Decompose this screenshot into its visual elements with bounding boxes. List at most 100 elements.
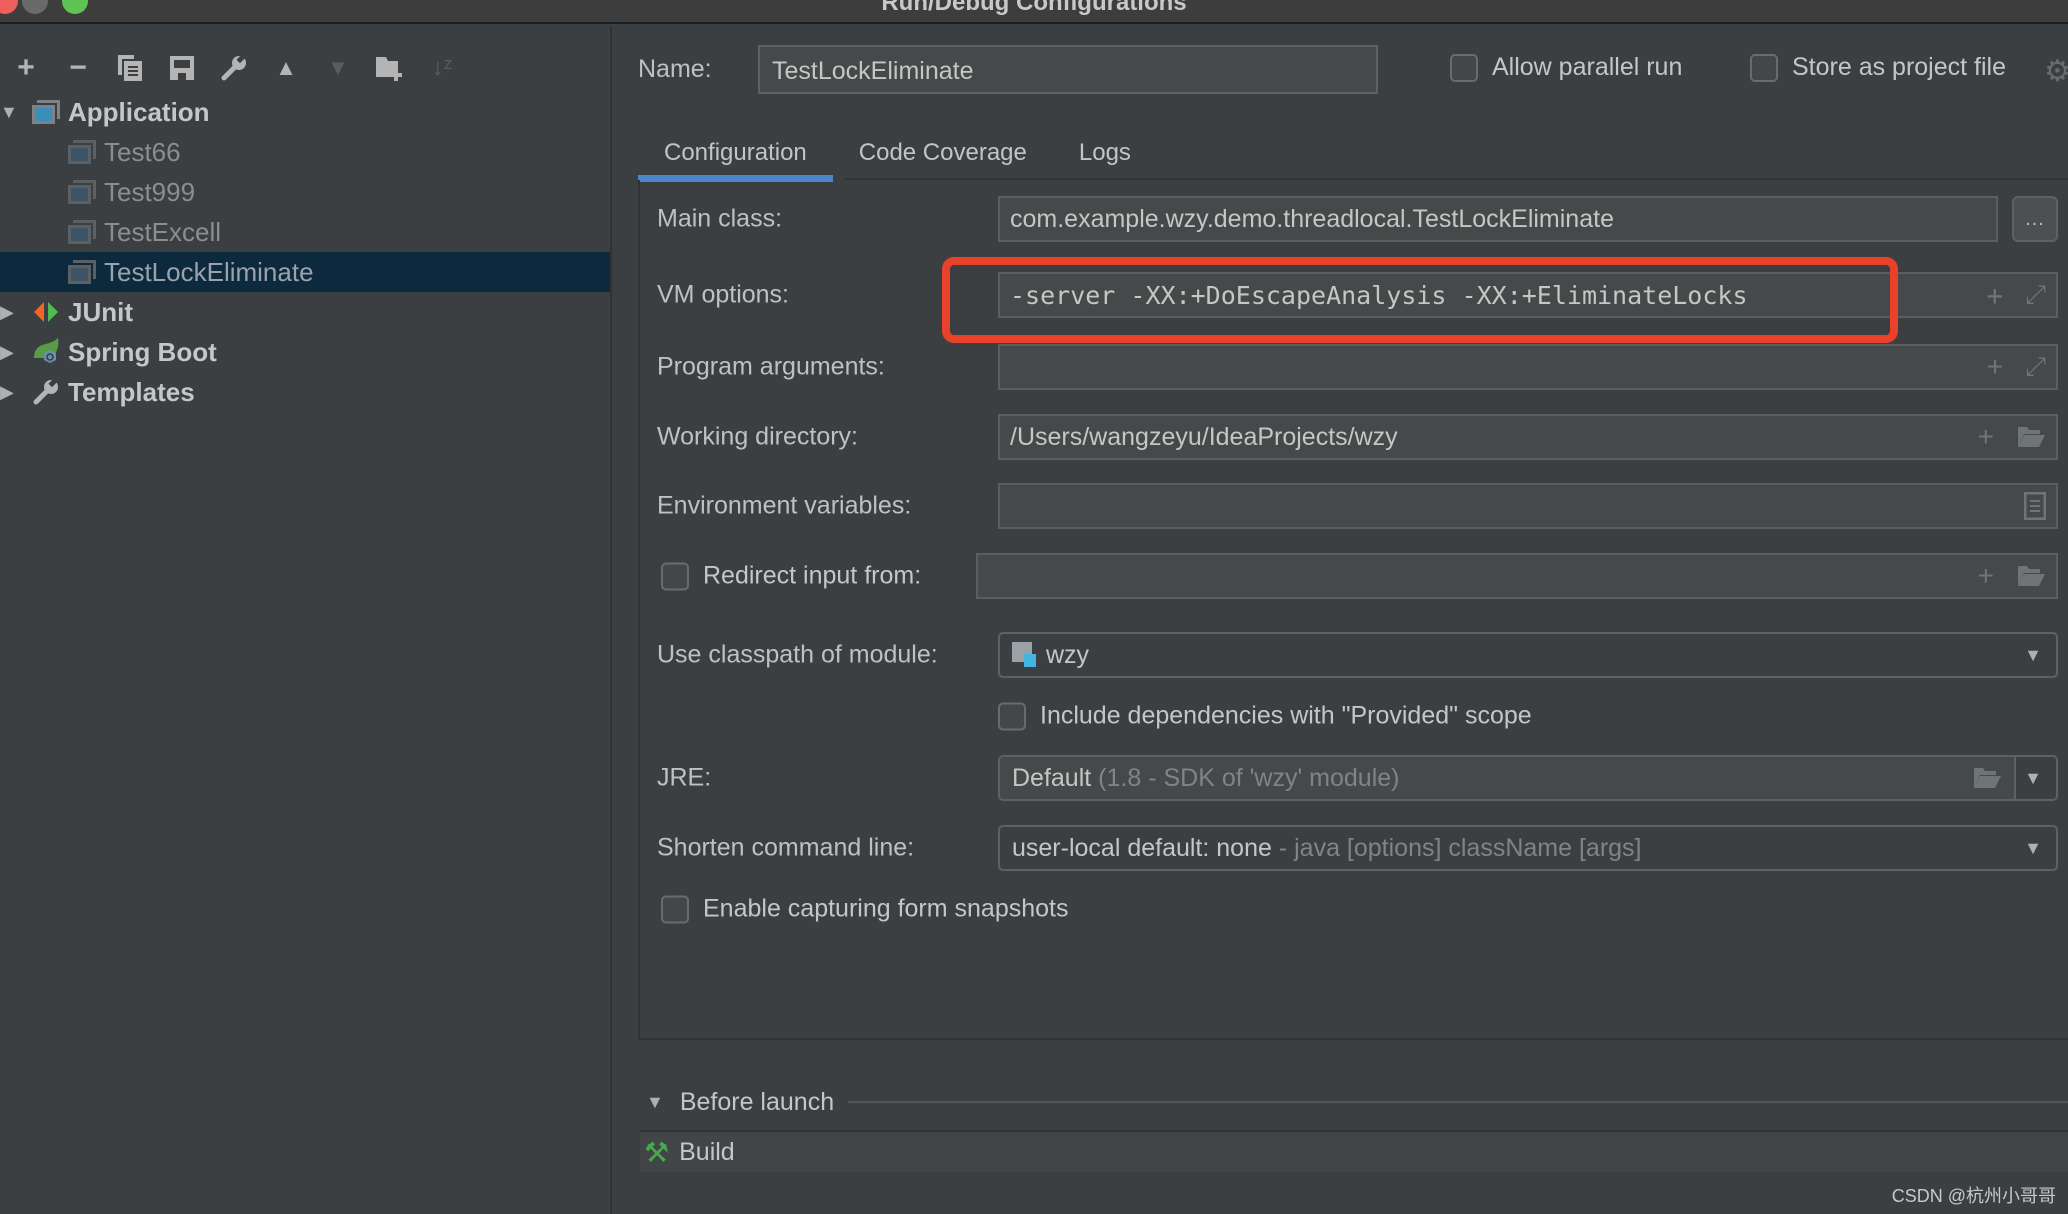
folder-open-icon[interactable] [2016,564,2046,588]
sort-button[interactable]: ↓ᶻ [416,48,468,88]
section-divider [848,1101,2068,1103]
tree-item-label: TestExcell [104,216,222,247]
field-icons: + ⤢ [1986,274,2046,316]
checkbox-box[interactable] [661,895,689,923]
tree-item-test999[interactable]: Test999 [0,172,610,212]
checkbox-box[interactable] [998,702,1026,730]
allow-parallel-run-checkbox[interactable]: Allow parallel run [1450,53,1682,82]
annotation-highlight-box [942,257,1898,343]
environment-variables-label: Environment variables: [657,491,912,520]
new-folder-button[interactable] [364,48,416,88]
checkbox-label: Allow parallel run [1492,53,1683,81]
jre-hint: (1.8 - SDK of 'wzy' module) [1098,763,1400,792]
jre-value: Default [1012,763,1092,792]
include-provided-label: Include dependencies with "Provided" sco… [1040,701,1532,730]
minus-icon: − [69,51,87,84]
name-input[interactable]: TestLockEliminate [758,45,1378,94]
shorten-command-line-value: user-local default: none [1012,833,1272,862]
before-launch-task-build[interactable]: ⚒ Build [640,1130,2068,1172]
program-arguments-input[interactable]: + ⤢ [998,344,2058,390]
expand-arrow-icon[interactable]: ▶ [0,292,14,332]
tree-group-label: JUnit [68,296,133,327]
jre-select[interactable]: Default (1.8 - SDK of 'wzy' module) ▼ [998,755,2058,801]
sort-alpha-icon: ↓ᶻ [431,54,453,81]
save-configuration-button[interactable] [156,48,208,88]
copy-configuration-button[interactable] [104,48,156,88]
plus-icon[interactable]: + [1978,560,1994,592]
chevron-down-icon: ▼ [2024,767,2042,788]
include-provided-checkbox[interactable]: Include dependencies with "Provided" sco… [998,702,1532,731]
redirect-input-checkbox[interactable]: Redirect input from: [661,562,921,591]
jre-label: JRE: [657,763,712,792]
shorten-command-line-label: Shorten command line: [657,833,915,862]
chevron-down-icon: ▼ [2024,837,2042,858]
working-directory-input[interactable]: /Users/wangzeyu/IdeaProjects/wzy + [998,414,2058,460]
browse-main-class-button[interactable]: ... [2012,196,2058,242]
expand-arrow-icon[interactable]: ▶ [0,372,14,412]
document-icon[interactable] [2024,492,2046,520]
move-down-button[interactable]: ▼ [312,48,364,88]
checkbox-box[interactable] [1450,53,1478,82]
checkbox-box[interactable] [1750,53,1778,82]
tab-code-coverage[interactable]: Code Coverage [833,128,1053,178]
main-class-label: Main class: [657,204,783,233]
folder-open-icon[interactable] [2016,425,2046,449]
gear-icon[interactable]: ⚙ [2044,54,2068,89]
plus-icon[interactable]: + [1986,279,2003,312]
shorten-command-line-select[interactable]: user-local default: none - java [options… [998,825,2058,871]
field-icons: + [1978,555,2046,597]
classpath-module-label: Use classpath of module: [657,640,938,669]
tree-item-test66[interactable]: Test66 [0,132,610,172]
main-class-input[interactable]: com.example.wzy.demo.threadlocal.TestLoc… [998,196,1998,242]
chevron-down-icon: ▼ [2024,644,2042,665]
plus-icon[interactable]: + [1978,421,1994,453]
tree-group-junit[interactable]: ▶ JUnit [0,292,610,332]
junit-icon [34,302,58,322]
before-launch-section[interactable]: ▼ Before launch [642,1087,2068,1117]
edit-templates-button[interactable] [208,48,260,88]
remove-configuration-button[interactable]: − [52,48,104,88]
expand-icon[interactable]: ⤢ [2025,280,2046,311]
tree-group-application[interactable]: ▼ Application [0,92,610,132]
collapse-arrow-icon[interactable]: ▼ [646,1092,664,1113]
redirect-input-field[interactable]: + [976,553,2058,599]
working-directory-label: Working directory: [657,422,858,451]
tree-group-spring-boot[interactable]: ▶ Spring Boot [0,332,610,372]
add-configuration-button[interactable]: + [0,48,52,88]
wrench-icon [33,379,58,405]
move-up-button[interactable]: ▲ [260,48,312,88]
application-icon [68,220,96,244]
field-icons [2024,485,2046,527]
folder-open-icon[interactable] [1972,766,2002,790]
shorten-command-line-hint: - java [options] className [args] [1278,833,1642,862]
tab-configuration[interactable]: Configuration [638,128,833,182]
application-icon [32,100,60,124]
store-as-project-file-checkbox[interactable]: Store as project file [1750,53,2006,82]
redirect-input-label: Redirect input from: [703,561,922,590]
enable-snapshots-checkbox[interactable]: Enable capturing form snapshots [661,895,1069,924]
plus-icon[interactable]: + [1987,351,2003,383]
environment-variables-input[interactable] [998,483,2058,529]
checkbox-box[interactable] [661,562,689,590]
watermark: CSDN @杭州小哥哥 [1891,1186,2056,1206]
tree-item-testlockeliminate[interactable]: TestLockEliminate [0,252,610,292]
expand-arrow-icon[interactable]: ▶ [0,332,14,372]
expand-icon[interactable]: ⤢ [2025,351,2046,383]
tree-group-label: Spring Boot [68,336,217,367]
tree-item-testexcell[interactable]: TestExcell [0,212,610,252]
tree-item-label: Test66 [104,136,181,167]
enable-snapshots-label: Enable capturing form snapshots [703,894,1069,923]
working-directory-value: /Users/wangzeyu/IdeaProjects/wzy [1010,422,1398,451]
expand-arrow-icon[interactable]: ▼ [0,92,18,132]
tree-group-label: Templates [68,376,195,407]
tab-logs[interactable]: Logs [1053,128,1157,178]
module-icon [1012,642,1038,668]
arrow-up-icon: ▲ [275,55,297,80]
tree-item-label: Test999 [104,176,196,207]
application-icon [68,140,96,164]
field-icons: + ⤢ [1987,346,2046,388]
save-icon [170,56,194,80]
tree-group-templates[interactable]: ▶ Templates [0,372,610,412]
spring-boot-icon [34,338,59,363]
classpath-module-select[interactable]: wzy ▼ [998,632,2058,678]
